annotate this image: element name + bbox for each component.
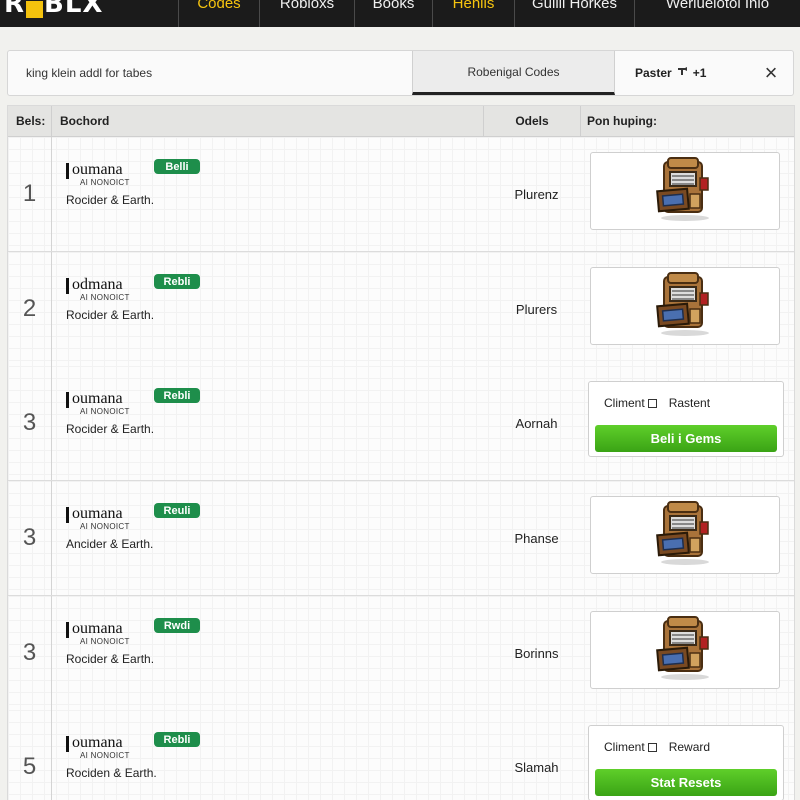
header-num[interactable]: Bels:	[8, 106, 52, 136]
treasure-chest-icon	[654, 271, 716, 342]
row-number: 3	[8, 481, 52, 595]
climent-label: Climent	[604, 740, 645, 754]
brand-subtitle: AI NONOICT	[80, 293, 130, 302]
row-number: 2	[8, 252, 52, 366]
search-field[interactable]: king klein addl for tabes	[8, 51, 412, 95]
odels-value: Phanse	[514, 530, 559, 546]
nav-tab-werluelotol-inio[interactable]: Werluelotol Inio	[634, 0, 800, 27]
odels-value: Slamah	[514, 759, 559, 775]
item-image-card[interactable]	[590, 152, 780, 230]
status-badge[interactable]: Reuli	[154, 503, 200, 518]
action-button[interactable]: Beli i Gems	[595, 425, 777, 452]
action-card: Climent Rastent Beli i Gems	[588, 381, 784, 457]
table-row[interactable]: 3 oumana AI NONOICT Rocider & Earth. Rwd…	[8, 596, 794, 711]
climent-label: Climent	[604, 396, 645, 410]
action-labels: Climent Rastent	[604, 396, 710, 410]
status-badge[interactable]: Rebli	[154, 274, 200, 289]
action-right-label[interactable]: Reward	[669, 740, 710, 754]
table-row[interactable]: 3 oumana AI NONOICT Rocider & Earth. Reb…	[8, 366, 794, 481]
header-pon[interactable]: Pon huping:	[581, 106, 794, 136]
item-image-card[interactable]	[590, 611, 780, 689]
checkbox-icon[interactable]	[647, 742, 657, 752]
logo[interactable]: R BL X	[0, 0, 178, 19]
brand-description: Rociden & Earth.	[66, 766, 157, 780]
logo-square-icon	[26, 1, 44, 18]
pin-icon	[677, 66, 689, 80]
status-badge[interactable]: Rebli	[154, 732, 200, 747]
close-button[interactable]: ×	[749, 51, 793, 95]
action-labels: Climent Reward	[604, 740, 710, 754]
climent-option[interactable]: Climent	[604, 740, 657, 754]
tab-active-codes[interactable]: Robenigal Codes	[412, 51, 615, 95]
logo-text-mid: BL	[44, 0, 83, 19]
treasure-chest-icon	[654, 615, 716, 686]
table-row[interactable]: 3 oumana AI NONOICT Ancider & Earth. Reu…	[8, 481, 794, 596]
row-number: 3	[8, 366, 52, 480]
logo-text-left: R	[4, 0, 26, 19]
header-main[interactable]: Bochord	[52, 106, 484, 136]
status-badge[interactable]: Rwdi	[154, 618, 200, 633]
paster-label: Paster	[635, 66, 672, 80]
brand-description: Rocider & Earth.	[66, 193, 155, 207]
item-image-card[interactable]	[590, 496, 780, 574]
brand-subtitle: AI NONOICT	[80, 407, 130, 416]
table-row[interactable]: 2 odmana AI NONOICT Rocider & Earth. Reb…	[8, 252, 794, 367]
logo-text-right: X	[82, 0, 104, 19]
paster-button[interactable]: Paster +1	[615, 51, 749, 95]
brand-description: Rocider & Earth.	[66, 652, 155, 666]
row-number: 1	[8, 137, 52, 251]
brand-description: Rocider & Earth.	[66, 422, 155, 436]
brand-description: Ancider & Earth.	[66, 537, 154, 551]
action-right-label[interactable]: Rastent	[669, 396, 710, 410]
close-icon: ×	[764, 60, 778, 85]
brand-subtitle: AI NONOICT	[80, 637, 130, 646]
nav-tab-books[interactable]: Books	[354, 0, 432, 27]
brand-subtitle: AI NONOICT	[80, 178, 130, 187]
nav-tab-hehils[interactable]: Hehils	[432, 0, 514, 27]
row-number: 3	[8, 596, 52, 710]
brand-subtitle: AI NONOICT	[80, 522, 130, 531]
odels-value: Plurers	[515, 301, 558, 317]
toolbar: king klein addl for tabes Robenigal Code…	[7, 50, 794, 96]
paster-count: +1	[692, 66, 707, 80]
table-row[interactable]: 5 oumana AI NONOICT Rociden & Earth. Reb…	[8, 710, 794, 800]
odels-value: Aornah	[515, 415, 558, 431]
top-nav: R BL X Codes Robloxs Books Hehils Guilli H…	[0, 0, 800, 27]
checkbox-icon[interactable]	[647, 398, 657, 408]
action-card: Climent Reward Stat Resets	[588, 725, 784, 800]
odels-value: Plurenz	[514, 186, 559, 202]
table-header: Bels: Bochord Odels Pon huping:	[8, 106, 794, 137]
nav-tab-guilli-horkes[interactable]: Guilli Horkes	[514, 0, 634, 27]
status-badge[interactable]: Rebli	[154, 388, 200, 403]
odels-value: Borinns	[514, 645, 559, 661]
header-odels[interactable]: Odels	[484, 106, 581, 136]
nav-tab-robloxs[interactable]: Robloxs	[259, 0, 354, 27]
action-button[interactable]: Stat Resets	[595, 769, 777, 796]
status-badge[interactable]: Belli	[154, 159, 200, 174]
treasure-chest-icon	[654, 156, 716, 227]
brand-subtitle: AI NONOICT	[80, 751, 130, 760]
codes-table: Bels: Bochord Odels Pon huping: 1 oumana…	[7, 105, 795, 800]
nav-tab-codes[interactable]: Codes	[178, 0, 259, 27]
table-row[interactable]: 1 oumana AI NONOICT Rocider & Earth. Bel…	[8, 137, 794, 252]
treasure-chest-icon	[654, 500, 716, 571]
item-image-card[interactable]	[590, 267, 780, 345]
row-number: 5	[8, 710, 52, 800]
brand-description: Rocider & Earth.	[66, 308, 155, 322]
climent-option[interactable]: Climent	[604, 396, 657, 410]
